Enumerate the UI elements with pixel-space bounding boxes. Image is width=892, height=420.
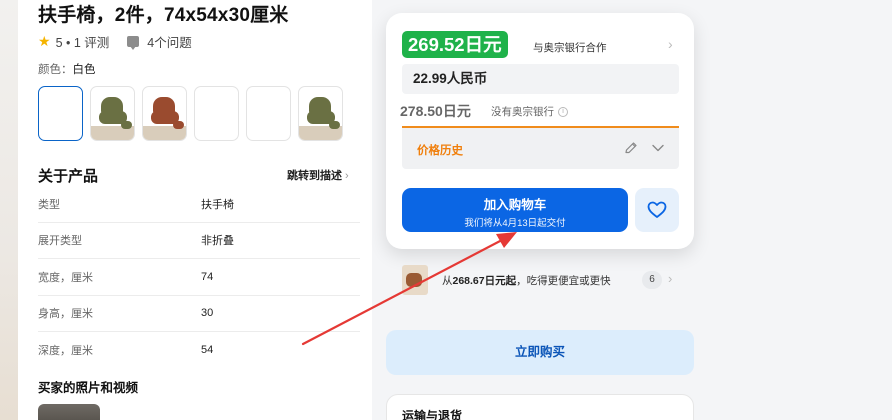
spec-row: 身高，厘米 30 (38, 296, 360, 332)
rmb-price: 22.99人民币 (402, 64, 679, 94)
spec-row: 深度，厘米 54 (38, 332, 360, 369)
other-offers-row[interactable]: 从268.67日元起，吃得更便宜或更快 6 › (386, 258, 694, 302)
color-swatches (38, 86, 343, 141)
spec-key: 类型 (38, 198, 60, 211)
questions-link[interactable]: 4个问题 (147, 32, 191, 51)
spec-table: 类型 扶手椅 展开类型 非折叠 宽度，厘米 74 身高，厘米 30 深度，厘米 … (38, 186, 360, 369)
price-history-label: 价格历史 (417, 145, 463, 157)
no-bank-label-row: 没有奥宗银行 i (491, 104, 568, 119)
left-edge-backdrop (0, 0, 18, 420)
delivery-date-label: 我们将从4月13日起交付 (464, 218, 566, 229)
about-heading: 关于产品 (38, 168, 99, 185)
add-to-cart-button[interactable]: 加入购物车 我们将从4月13日起交付 (402, 188, 628, 232)
swatch-white-selected[interactable] (38, 86, 83, 141)
offers-suffix: ，吃得更便宜或更快 (516, 274, 611, 287)
offers-price: 268.67日元起 (452, 274, 517, 287)
spec-key: 身高，厘米 (38, 308, 93, 321)
buyer-photo-thumbnail[interactable] (38, 404, 100, 420)
color-value: 白色 (72, 64, 96, 76)
no-bank-label: 没有奥宗银行 (491, 106, 554, 118)
pencil-icon[interactable] (624, 141, 638, 155)
spec-key: 展开类型 (38, 235, 82, 248)
swatch-rust[interactable] (142, 86, 187, 141)
swatch-blank-2[interactable] (246, 86, 291, 141)
chevron-right-icon[interactable]: › (668, 271, 672, 286)
jump-to-description-link[interactable]: 跳转到描述 › (287, 167, 349, 183)
heart-icon (647, 201, 667, 218)
color-selector-label: 颜色：白色 (38, 61, 96, 77)
info-icon[interactable]: i (558, 107, 568, 118)
bank-price-badge: 269.52日元 (402, 31, 508, 58)
shipping-returns-card[interactable]: 运输与退货 (386, 394, 694, 420)
swatch-blank-1[interactable] (194, 86, 239, 141)
offers-prefix: 从 (442, 274, 453, 287)
no-bank-price: 278.50日元 (400, 103, 471, 119)
spec-value: 30 (201, 307, 214, 320)
swatch-green[interactable] (90, 86, 135, 141)
favorite-button[interactable] (635, 188, 679, 232)
price-history-panel[interactable]: 价格历史 (402, 126, 679, 169)
buy-now-button[interactable]: 立即购买 (386, 330, 694, 375)
bank-partner-label[interactable]: 与奥宗银行合作 (533, 40, 607, 55)
spec-key: 宽度，厘米 (38, 271, 93, 284)
rating-row: ★ 5 • 1 评测 4个问题 (38, 32, 192, 51)
spec-value: 54 (201, 344, 214, 357)
other-offers-text: 从268.67日元起，吃得更便宜或更快 (442, 273, 611, 288)
price-card: 269.52日元 与奥宗银行合作 › 22.99人民币 278.50日元 没有奥… (386, 13, 694, 249)
offer-thumbnail (402, 265, 428, 295)
star-icon: ★ (38, 33, 51, 49)
spec-value: 扶手椅 (201, 198, 234, 211)
spec-value: 74 (201, 270, 214, 283)
buyer-media-heading: 买家的照片和视频 (38, 381, 139, 395)
spec-row: 类型 扶手椅 (38, 186, 360, 223)
spec-value: 非折叠 (201, 235, 234, 248)
product-title: 扶手椅，2件，74x54x30厘米 (38, 5, 289, 26)
question-icon (127, 36, 140, 50)
spec-row: 展开类型 非折叠 (38, 223, 360, 259)
spec-row: 宽度，厘米 74 (38, 259, 360, 296)
color-label: 颜色： (38, 64, 73, 76)
add-to-cart-label: 加入购物车 (483, 198, 547, 212)
chevron-down-icon[interactable] (651, 141, 665, 155)
chevron-right-icon: › (345, 170, 349, 182)
spec-key: 深度，厘米 (38, 345, 93, 358)
offers-count-badge: 6 (642, 271, 662, 289)
rating-text[interactable]: 5 • 1 评测 (56, 32, 110, 51)
jump-link-label: 跳转到描述 (287, 170, 342, 182)
chevron-right-icon[interactable]: › (668, 36, 673, 52)
shipping-returns-title: 运输与退货 (402, 409, 463, 420)
swatch-green-2[interactable] (298, 86, 343, 141)
